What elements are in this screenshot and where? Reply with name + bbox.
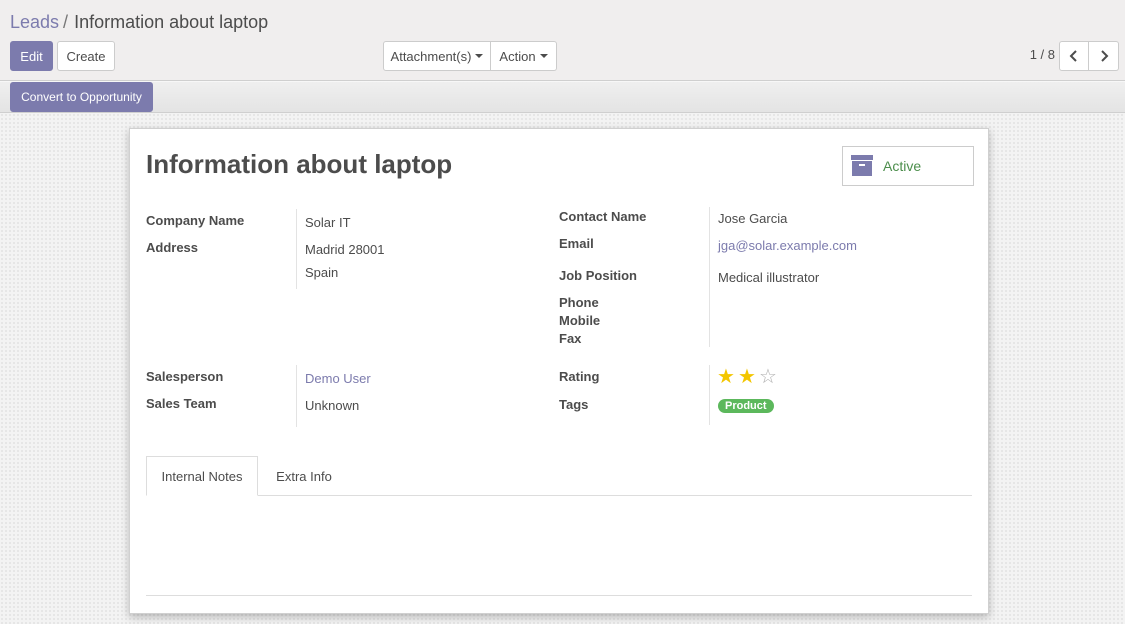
action-dropdown[interactable]: Action [491, 41, 557, 71]
mobile-label: Mobile [559, 313, 601, 328]
sales-team-value[interactable]: Unknown [305, 398, 359, 413]
breadcrumb-leads-link[interactable]: Leads [10, 12, 59, 32]
tag-badge[interactable]: Product [718, 399, 774, 413]
caret-down-icon [475, 54, 484, 58]
action-label: Action [499, 48, 536, 64]
archive-icon [851, 155, 873, 177]
divider [709, 365, 710, 425]
statusbar: Convert to Opportunity [0, 82, 1125, 113]
rating-label: Rating [559, 369, 600, 384]
pager-previous-button[interactable] [1059, 41, 1089, 71]
address-label: Address [146, 240, 199, 255]
tab-internal-notes[interactable]: Internal Notes [146, 456, 258, 496]
control-panel: Leads / Information about laptop Edit Crea… [0, 0, 1125, 81]
divider [296, 209, 297, 289]
chevron-left-icon [1069, 50, 1077, 62]
breadcrumb-current: Information about laptop [74, 12, 269, 32]
breadcrumb-separator: / [63, 12, 69, 32]
divider [709, 207, 710, 347]
tags-label: Tags [559, 397, 589, 412]
pager-value[interactable]: 1 / 8 [1030, 47, 1055, 62]
page-title: Information about laptop [146, 149, 453, 179]
job-position-label: Job Position [559, 268, 637, 283]
notebook-tabs: Internal Notes Extra Info [146, 456, 972, 496]
pager-next-button[interactable] [1089, 41, 1119, 71]
convert-to-opportunity-button[interactable]: Convert to Opportunity [10, 82, 153, 112]
company-name-value[interactable]: Solar IT [305, 215, 351, 230]
rating-star-3-icon[interactable]: ☆ [759, 367, 777, 387]
fax-label: Fax [559, 331, 582, 346]
create-button[interactable]: Create [57, 41, 115, 71]
attachments-label: Attachment(s) [390, 48, 472, 64]
active-toggle-button[interactable]: Active [842, 146, 974, 186]
salesperson-link[interactable]: Demo User [305, 371, 371, 386]
address-line1[interactable]: Madrid 28001 [305, 242, 385, 257]
active-label: Active [883, 158, 922, 174]
address-line2[interactable]: Spain [305, 265, 338, 280]
breadcrumb: Leads / Information about laptop [10, 12, 268, 33]
chevron-right-icon [1100, 50, 1108, 62]
form-sheet: Information about laptop Active Company … [129, 128, 989, 614]
caret-down-icon [539, 54, 548, 58]
email-label: Email [559, 236, 594, 251]
tab-extra-info[interactable]: Extra Info [258, 456, 350, 496]
divider [146, 595, 972, 596]
divider [296, 365, 297, 427]
email-link[interactable]: jga@solar.example.com [718, 238, 857, 253]
company-name-label: Company Name [146, 213, 245, 228]
attachments-dropdown[interactable]: Attachment(s) [383, 41, 491, 71]
job-position-value[interactable]: Medical illustrator [718, 270, 819, 285]
edit-button[interactable]: Edit [10, 41, 53, 71]
rating-star-2-icon[interactable]: ★ [738, 367, 756, 387]
sales-team-label: Sales Team [146, 396, 217, 411]
contact-name-label: Contact Name [559, 209, 647, 224]
contact-name-value[interactable]: Jose Garcia [718, 211, 787, 226]
rating-star-1-icon[interactable]: ★ [717, 367, 735, 387]
salesperson-label: Salesperson [146, 369, 224, 384]
phone-label: Phone [559, 295, 599, 310]
